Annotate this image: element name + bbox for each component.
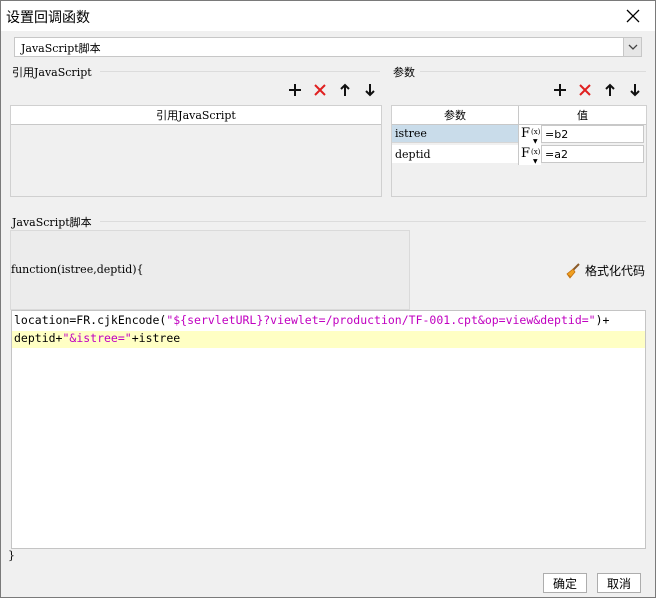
chevron-down-icon bbox=[628, 44, 637, 50]
delete-x-icon bbox=[579, 84, 591, 96]
arrow-down-icon bbox=[365, 84, 375, 97]
function-closing-brace: } bbox=[8, 549, 15, 562]
formula-button[interactable]: F (x) ▼ bbox=[518, 125, 541, 145]
params-section-label: 参数 bbox=[393, 66, 415, 79]
fx-icon: F (x) ▼ bbox=[521, 126, 541, 145]
title-bar bbox=[1, 1, 655, 31]
ref-add-button[interactable] bbox=[285, 80, 305, 100]
ref-move-down-button[interactable] bbox=[360, 80, 380, 100]
param-move-down-button[interactable] bbox=[625, 80, 645, 100]
format-code-button[interactable]: 格式化代码 bbox=[565, 262, 645, 279]
broom-icon bbox=[566, 262, 580, 279]
fx-icon: F (x) ▼ bbox=[521, 146, 541, 165]
param-add-button[interactable] bbox=[550, 80, 570, 100]
params-table[interactable]: 参数 值 istree F (x) ▼ =b2 deptid F (x) ▼ =a2 bbox=[391, 105, 647, 197]
script-section-label: JavaScript脚本 bbox=[12, 216, 92, 229]
arrow-up-icon bbox=[340, 83, 350, 96]
params-separator bbox=[420, 71, 646, 72]
code-editor[interactable]: location=FR.cjkEncode("${servletURL}?vie… bbox=[11, 310, 646, 549]
params-col-name: 参数 bbox=[392, 106, 519, 125]
ref-move-up-button[interactable] bbox=[335, 80, 355, 100]
params-col-value: 值 bbox=[519, 106, 646, 125]
script-separator bbox=[100, 221, 646, 222]
plus-icon bbox=[554, 84, 566, 96]
ref-delete-button[interactable] bbox=[310, 80, 330, 100]
close-button[interactable] bbox=[618, 4, 648, 28]
script-type-value: JavaScript脚本 bbox=[21, 42, 101, 55]
ref-js-table[interactable]: 引用JavaScript bbox=[10, 105, 382, 197]
formula-button[interactable]: F (x) ▼ bbox=[518, 145, 541, 165]
cancel-button[interactable]: 取消 bbox=[597, 573, 641, 593]
ref-js-separator bbox=[100, 71, 380, 72]
format-code-label: 格式化代码 bbox=[585, 264, 646, 278]
param-value-cell[interactable]: =b2 bbox=[541, 125, 644, 143]
ref-js-section-label: 引用JavaScript bbox=[12, 66, 92, 79]
param-delete-button[interactable] bbox=[575, 80, 595, 100]
close-icon bbox=[626, 9, 640, 23]
param-value-cell[interactable]: =a2 bbox=[541, 145, 644, 163]
param-move-up-button[interactable] bbox=[600, 80, 620, 100]
ref-js-table-header: 引用JavaScript bbox=[11, 106, 381, 125]
arrow-up-icon bbox=[605, 83, 615, 96]
script-type-select[interactable]: JavaScript脚本 bbox=[14, 37, 642, 57]
ok-button[interactable]: 确定 bbox=[543, 573, 587, 593]
param-name-cell[interactable]: istree bbox=[392, 125, 518, 143]
arrow-down-icon bbox=[630, 84, 640, 97]
param-name-cell[interactable]: deptid bbox=[392, 145, 518, 163]
function-signature: function(istree,deptid){ bbox=[11, 263, 144, 276]
plus-icon bbox=[289, 84, 301, 96]
dialog-title: 设置回调函数 bbox=[6, 10, 90, 26]
delete-x-icon bbox=[314, 84, 326, 96]
code-line-2: deptid+"&istree="+istree bbox=[14, 331, 181, 345]
dropdown-arrow[interactable] bbox=[623, 38, 641, 56]
code-line-1: location=FR.cjkEncode("${servletURL}?vie… bbox=[14, 313, 610, 327]
